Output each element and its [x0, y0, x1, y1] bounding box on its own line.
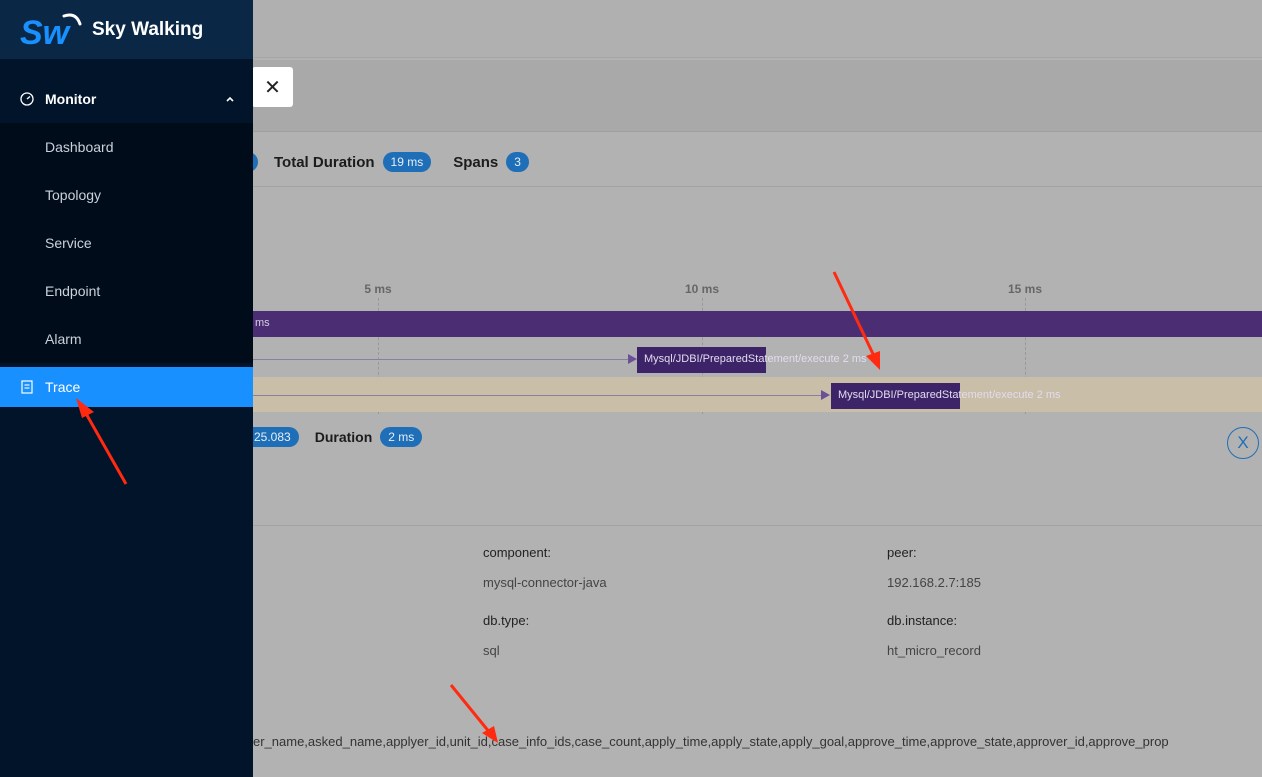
close-icon: ✕ [264, 76, 281, 99]
brand-header: Sw Sky Walking [0, 0, 253, 59]
duration-badge: 2 ms [380, 427, 423, 447]
sidebar: Sw Sky Walking Monitor Dashboard Topolog… [0, 0, 253, 777]
sidebar-item-alarm[interactable]: Alarm [0, 315, 253, 363]
sidebar-item-label: Service [45, 235, 92, 251]
close-icon: X [1237, 433, 1249, 452]
sidebar-item-label: Topology [45, 187, 102, 203]
tick-label-15ms: 15 ms [1007, 282, 1043, 296]
sidebar-item-label: Dashboard [45, 139, 114, 155]
span-connector [253, 395, 822, 396]
skywalking-logo: Sw [20, 10, 82, 52]
spans-label: Spans [453, 153, 499, 171]
trace-document-icon [21, 380, 33, 394]
menu-group-monitor[interactable]: Monitor [0, 76, 253, 122]
span-label[interactable]: Mysql/JDBI/PreparedStatement/execute 2 m… [644, 353, 867, 365]
tag-value-component: mysql-connector-java [483, 575, 607, 590]
tag-key-peer: peer: [887, 545, 917, 560]
span-arrow-icon [628, 354, 637, 364]
sidebar-item-dashboard[interactable]: Dashboard [0, 123, 253, 171]
tag-value-peer: 192.168.2.7:185 [887, 575, 981, 590]
duration-label: Duration [314, 429, 373, 445]
root-span-label: ms [255, 317, 270, 329]
svg-text:Sw: Sw [20, 14, 72, 50]
total-duration-label: Total Duration [274, 153, 375, 171]
dashboard-gauge-icon [20, 92, 34, 106]
tag-value-db-type: sql [483, 643, 500, 658]
tag-key-component: component: [483, 545, 551, 560]
db-statement-text: er_name,asked_name,applyer_id,unit_id,ca… [253, 734, 1169, 749]
tick-label-5ms: 5 ms [364, 282, 392, 296]
span-connector [253, 359, 629, 360]
sidebar-item-endpoint[interactable]: Endpoint [0, 267, 253, 315]
span-label[interactable]: Mysql/JDBI/PreparedStatement/execute 2 m… [838, 389, 1061, 401]
tag-key-db-instance: db.instance: [887, 613, 958, 628]
spans-count-badge: 3 [506, 152, 529, 172]
sidebar-item-trace[interactable]: Trace [0, 367, 253, 407]
menu-group-label: Monitor [45, 91, 97, 107]
monitor-submenu: Dashboard Topology Service Endpoint Alar… [0, 123, 253, 363]
brand-name: Sky Walking [92, 18, 204, 40]
divider [240, 186, 1262, 187]
tag-value-db-instance: ht_micro_record [887, 643, 981, 658]
tick-label-10ms: 10 ms [684, 282, 720, 296]
sidebar-item-label: Alarm [45, 331, 82, 347]
trace-summary: Total Duration 19 ms Spans 3 [240, 150, 529, 174]
sidebar-item-topology[interactable]: Topology [0, 171, 253, 219]
sidebar-item-label: Trace [45, 379, 81, 395]
sidebar-item-service[interactable]: Service [0, 219, 253, 267]
root-span-row[interactable]: ms [240, 311, 1262, 337]
chevron-up-icon [226, 96, 234, 102]
span-info: 25.083 Duration 2 ms [240, 427, 423, 447]
close-span-detail-button[interactable]: X [1227, 427, 1259, 459]
span-arrow-icon [821, 390, 830, 400]
tag-key-db-type: db.type: [483, 613, 530, 628]
close-drawer-button[interactable]: ✕ [252, 67, 293, 107]
total-duration-badge: 19 ms [382, 152, 432, 172]
sidebar-item-label: Endpoint [45, 283, 101, 299]
divider [240, 525, 1262, 526]
